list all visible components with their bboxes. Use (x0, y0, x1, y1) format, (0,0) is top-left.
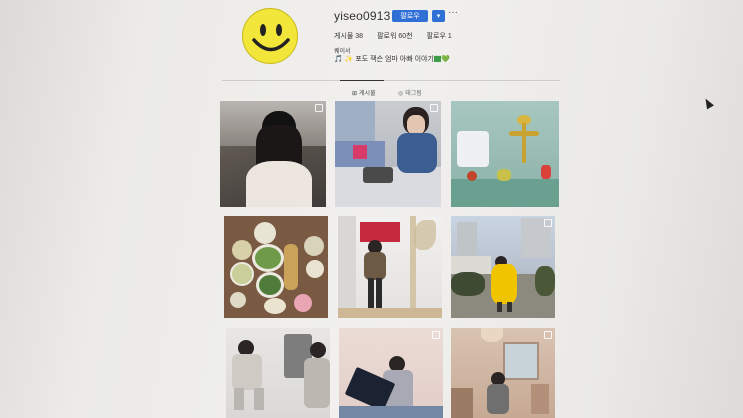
profile-avatar[interactable] (242, 8, 298, 64)
tab-tagged-label: 태그됨 (405, 91, 422, 97)
post-thumbnail[interactable] (339, 328, 443, 418)
multi-post-icon (544, 219, 552, 227)
post-thumbnail[interactable] (335, 101, 441, 207)
screen: yiseo0913 팔로우 ▾ ··· 게시물 38 팔로워 60천 팔로우 1… (0, 0, 743, 418)
follow-button[interactable]: 팔로우 (392, 10, 428, 22)
username: yiseo0913 (334, 9, 391, 23)
bio-hearts: ▇💚 (433, 56, 450, 63)
multi-post-icon (315, 104, 323, 112)
post-thumbnail[interactable] (338, 216, 442, 318)
post-thumbnail[interactable] (451, 328, 555, 418)
bio-text: 🎵 ✨ 포도 잭슨 엄마 아빠 이야기 (334, 56, 434, 63)
dropdown-button[interactable]: ▾ (432, 10, 445, 22)
multi-post-icon (544, 331, 552, 339)
post-thumbnail[interactable] (226, 328, 330, 418)
followers-count[interactable]: 팔로워 60천 (377, 31, 413, 41)
smiley-icon (252, 24, 290, 52)
post-thumbnail[interactable] (451, 216, 555, 318)
profile-stats: 게시물 38 팔로워 60천 팔로우 1 (334, 31, 452, 41)
profile-bio: 🎵 ✨ 포도 잭슨 엄마 아빠 이야기▇💚 (334, 54, 450, 64)
tab-posts-label: 게시물 (359, 91, 376, 97)
multi-post-icon (432, 331, 440, 339)
tab-tagged[interactable]: ◎ 태그됨 (398, 88, 422, 97)
post-thumbnail[interactable] (220, 101, 326, 207)
divider (222, 80, 560, 81)
mouse-cursor (702, 96, 714, 110)
post-thumbnail[interactable] (451, 101, 559, 207)
multi-post-icon (430, 104, 438, 112)
posts-count: 게시물 38 (334, 33, 364, 40)
grid-icon: ⊞ (352, 91, 358, 97)
following-count[interactable]: 팔로우 1 (427, 31, 452, 41)
post-thumbnail[interactable] (224, 216, 328, 318)
tab-posts[interactable]: ⊞ 게시물 (352, 88, 376, 97)
more-options-icon[interactable]: ··· (448, 7, 458, 18)
active-tab-indicator (340, 80, 384, 81)
tag-icon: ◎ (398, 91, 404, 97)
